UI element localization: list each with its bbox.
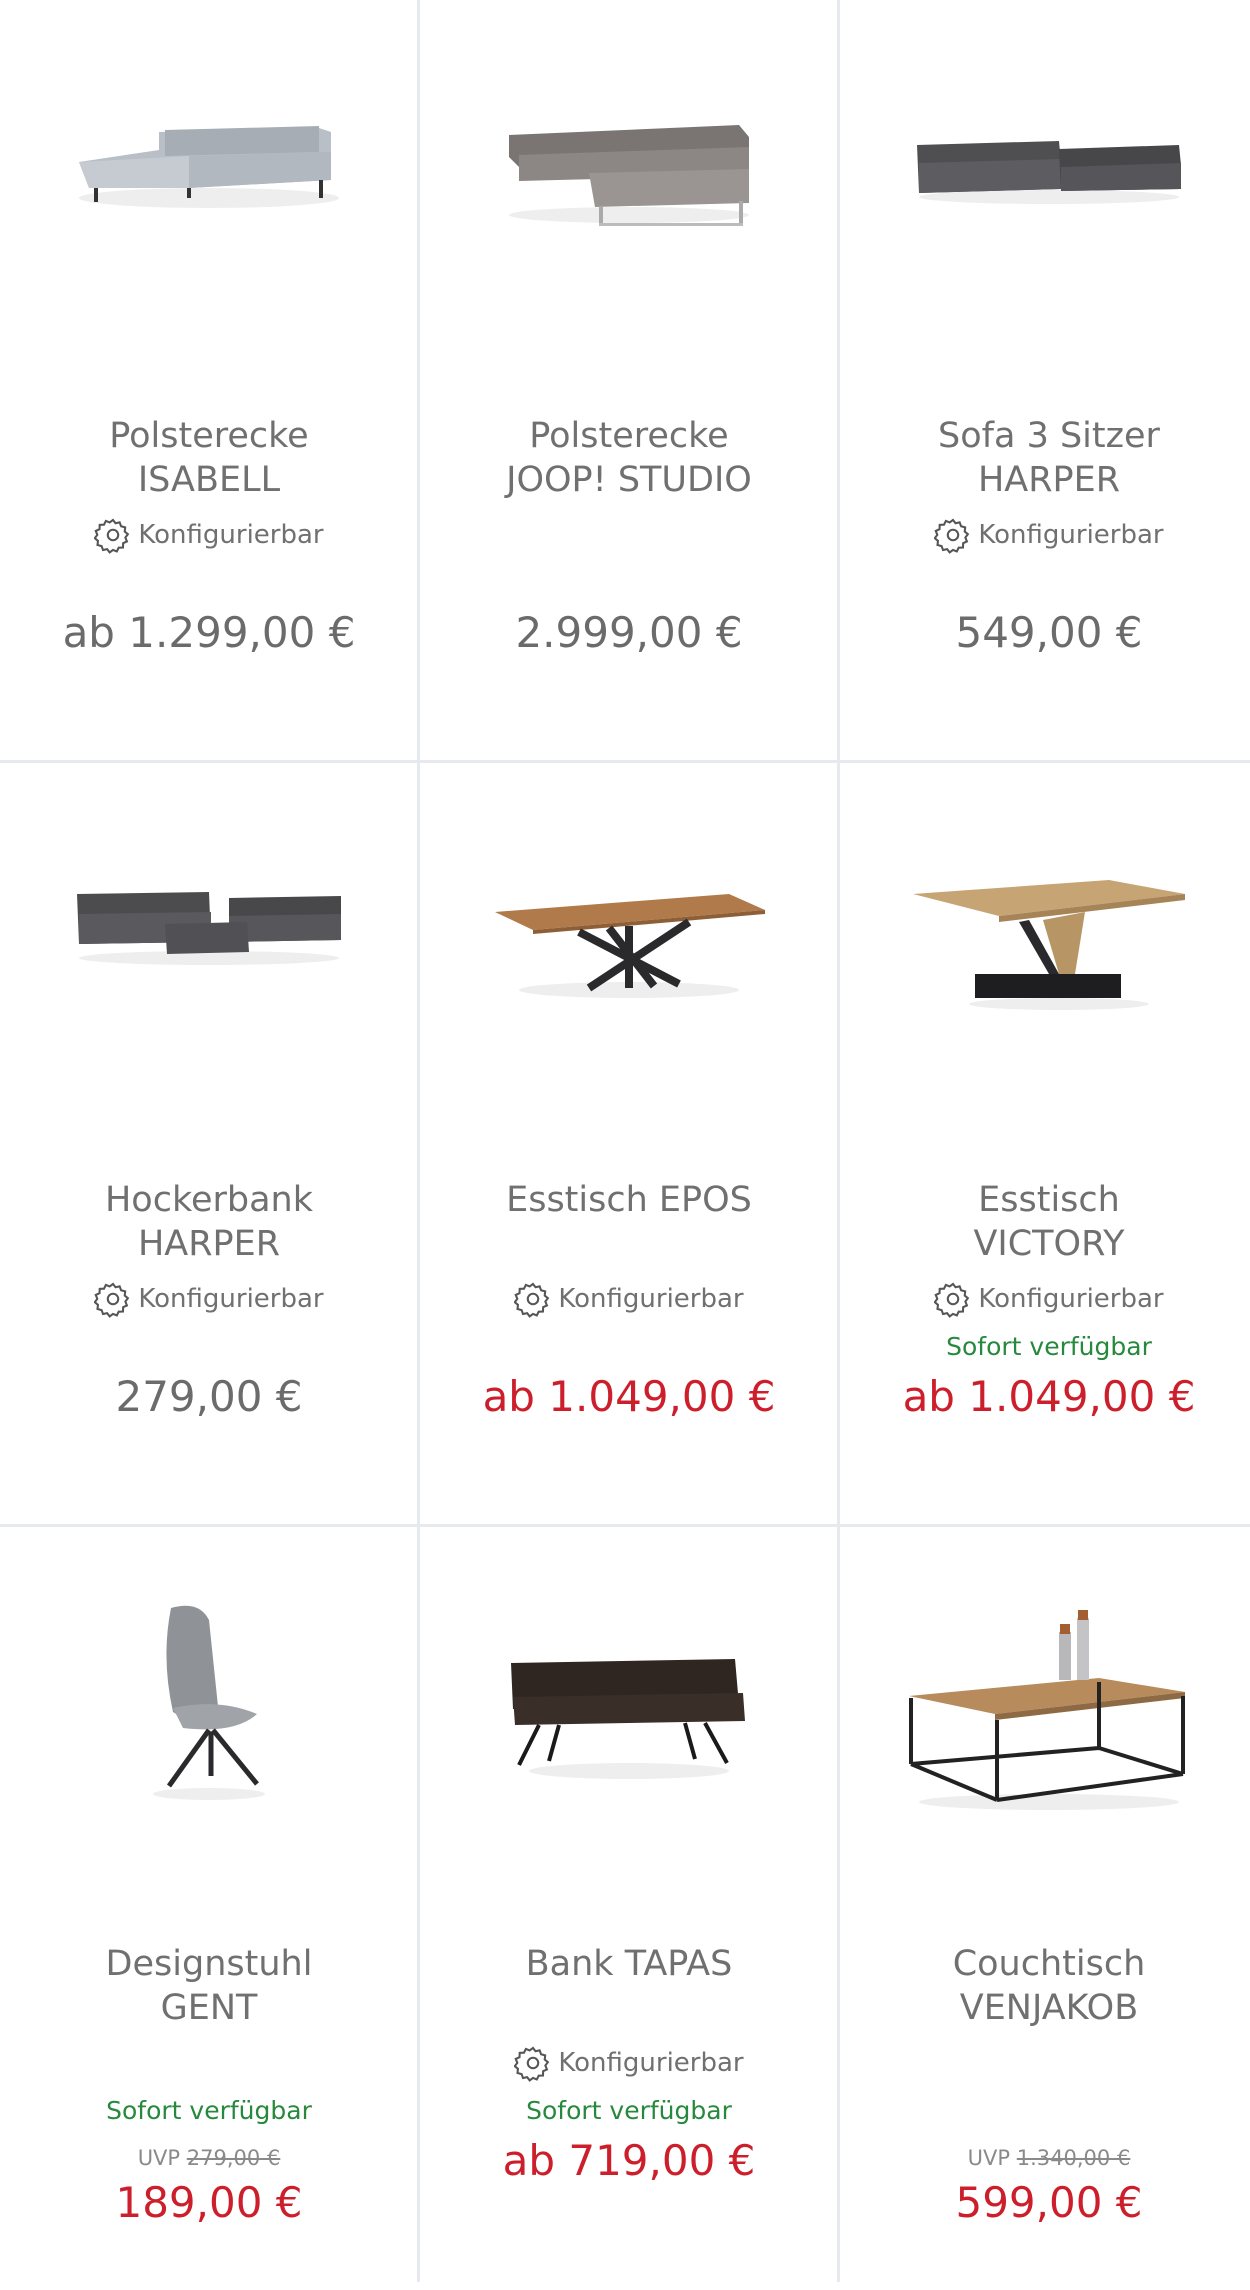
product-card[interactable]: Esstisch VICTORY Konfigurierbar Sofort v… xyxy=(840,764,1250,1526)
configurable-label: Konfigurierbar xyxy=(558,1284,744,1314)
product-title: Polsterecke ISABELL xyxy=(0,414,418,502)
product-title: Polsterecke JOOP! STUDIO xyxy=(420,414,838,502)
product-title: Hockerbank HARPER xyxy=(0,1178,418,1266)
product-title: Bank TAPAS xyxy=(420,1942,838,1986)
configurable-badge: Konfigurierbar xyxy=(0,516,418,554)
uvp-label: UVP xyxy=(137,2146,181,2170)
product-image xyxy=(420,1643,838,1883)
configurable-badge: Konfigurierbar xyxy=(0,1280,418,1318)
product-image xyxy=(0,864,418,1104)
product-image xyxy=(840,105,1250,345)
product-grid: Polsterecke ISABELL Konfigurierbar ab 1.… xyxy=(0,0,1250,2282)
product-price: 599,00 € xyxy=(955,2178,1143,2227)
product-title: Designstuhl GENT xyxy=(0,1942,418,2030)
product-card[interactable]: Polsterecke ISABELL Konfigurierbar ab 1.… xyxy=(0,0,418,762)
product-title-line-1: Hockerbank xyxy=(104,1180,314,1220)
product-price: ab 1.049,00 € xyxy=(482,1372,776,1421)
gear-icon xyxy=(94,518,130,554)
product-title-line-1: Esstisch EPOS xyxy=(506,1180,752,1220)
product-title-line-1: Sofa 3 Sitzer xyxy=(938,416,1160,456)
uvp-old-price: 1.340,00 € xyxy=(1016,2146,1131,2170)
product-title-line-1: Polsterecke xyxy=(529,416,729,456)
configurable-badge: Konfigurierbar xyxy=(840,1280,1250,1318)
corner-sofa-icon xyxy=(509,125,749,226)
configurable-label: Konfigurierbar xyxy=(978,1284,1164,1314)
dining-table-icon xyxy=(913,880,1185,1010)
product-title-line-2: HARPER xyxy=(137,1224,281,1264)
configurable-label: Konfigurierbar xyxy=(138,520,324,550)
product-price: 279,00 € xyxy=(115,1372,303,1421)
product-card[interactable]: Hockerbank HARPER Konfigurierbar 279,00 … xyxy=(0,764,418,1526)
product-title: Sofa 3 Sitzer HARPER xyxy=(840,414,1250,502)
product-card[interactable]: Couchtisch VENJAKOB UVP 1.340,00 € 599,0… xyxy=(840,1528,1250,2290)
dining-table-icon xyxy=(495,894,765,998)
product-card[interactable]: Esstisch EPOS Konfigurierbar ab 1.049,00… xyxy=(420,764,838,1526)
product-title-line-2: HARPER xyxy=(977,460,1121,500)
product-card[interactable]: Sofa 3 Sitzer HARPER Konfigurierbar 549,… xyxy=(840,0,1250,762)
product-title-line-1: Couchtisch xyxy=(952,1944,1146,1984)
product-price: ab 1.049,00 € xyxy=(902,1372,1196,1421)
product-title: Esstisch EPOS xyxy=(420,1178,838,1222)
product-title-line-1: Bank TAPAS xyxy=(525,1944,733,1984)
coffee-table-icon xyxy=(909,1610,1185,1810)
chair-icon xyxy=(153,1605,265,1800)
product-title: Esstisch VICTORY xyxy=(840,1178,1250,1266)
uvp-price: UVP 1.340,00 € xyxy=(840,2146,1250,2170)
configurable-label: Konfigurierbar xyxy=(978,520,1164,550)
configurable-badge: Konfigurierbar xyxy=(420,1280,838,1318)
product-title: Couchtisch VENJAKOB xyxy=(840,1942,1250,2030)
configurable-label: Konfigurierbar xyxy=(558,2048,744,2078)
availability-label: Sofort verfügbar xyxy=(106,2096,312,2125)
product-card[interactable]: Polsterecke JOOP! STUDIO 2.999,00 € xyxy=(420,0,838,762)
product-title-line-2: GENT xyxy=(160,1988,258,2028)
product-image xyxy=(420,95,838,335)
product-title-line-1: Esstisch xyxy=(978,1180,1120,1220)
product-title-line-2: JOOP! STUDIO xyxy=(506,460,752,500)
product-price: ab 1.299,00 € xyxy=(62,608,356,657)
gear-icon xyxy=(514,1282,550,1318)
product-price: ab 719,00 € xyxy=(502,2136,756,2185)
product-price: 2.999,00 € xyxy=(515,608,743,657)
product-title-line-2: VENJAKOB xyxy=(959,1988,1139,2028)
uvp-old-price: 279,00 € xyxy=(186,2146,281,2170)
corner-sofa-icon xyxy=(79,126,339,208)
product-image xyxy=(840,854,1250,1094)
gear-icon xyxy=(934,1282,970,1318)
product-price: 189,00 € xyxy=(115,2178,303,2227)
product-title-line-1: Designstuhl xyxy=(105,1944,313,1984)
product-image xyxy=(0,80,418,320)
availability-label: Sofort verfügbar xyxy=(946,1332,1152,1361)
sofa-set-ottoman-icon xyxy=(77,892,341,965)
product-image xyxy=(840,1588,1250,1828)
product-card[interactable]: Bank TAPAS Konfigurierbar Sofort verfügb… xyxy=(420,1528,838,2290)
gear-icon xyxy=(94,1282,130,1318)
availability-label: Sofort verfügbar xyxy=(526,2096,732,2125)
product-image xyxy=(420,864,838,1104)
configurable-label: Konfigurierbar xyxy=(138,1284,324,1314)
configurable-badge: Konfigurierbar xyxy=(840,516,1250,554)
gear-icon xyxy=(514,2046,550,2082)
uvp-label: UVP xyxy=(967,2146,1011,2170)
product-title-line-2: VICTORY xyxy=(973,1224,1125,1264)
product-price: 549,00 € xyxy=(955,608,1143,657)
product-image xyxy=(0,1598,418,1838)
product-title-line-1: Polsterecke xyxy=(109,416,309,456)
configurable-badge: Konfigurierbar xyxy=(420,2044,838,2082)
sofa-set-icon xyxy=(917,141,1181,204)
product-title-line-2: ISABELL xyxy=(137,460,281,500)
product-card[interactable]: Designstuhl GENT Sofort verfügbar UVP 27… xyxy=(0,1528,418,2290)
gear-icon xyxy=(934,518,970,554)
bench-icon xyxy=(511,1659,745,1779)
uvp-price: UVP 279,00 € xyxy=(0,2146,418,2170)
